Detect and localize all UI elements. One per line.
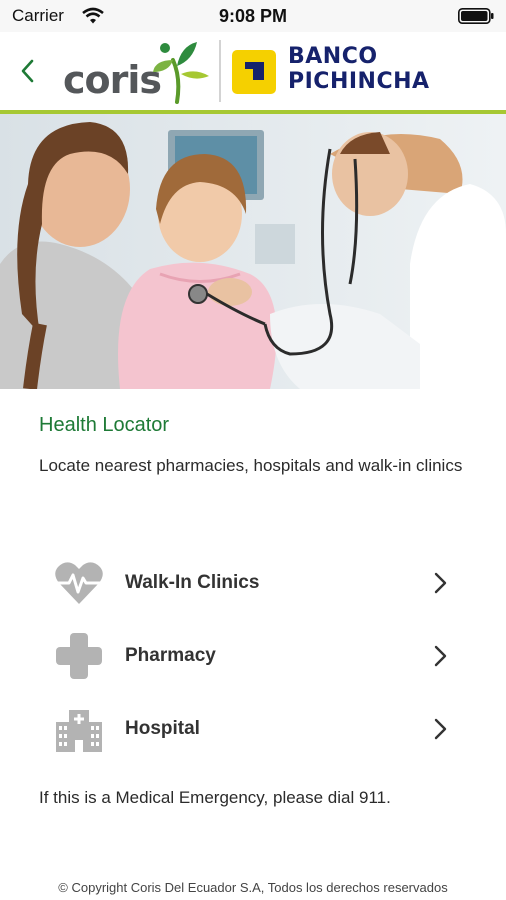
app-header: coris BANCO PICHINCHA: [0, 32, 506, 114]
status-bar: Carrier 9:08 PM: [0, 0, 506, 32]
bank-name: BANCO PICHINCHA: [288, 44, 430, 94]
coris-brand-text: coris: [63, 58, 162, 102]
menu-item-label: Hospital: [125, 718, 200, 739]
menu-item-label: Walk-In Clinics: [125, 572, 260, 593]
hospital-building-icon: [56, 710, 102, 752]
back-button[interactable]: [16, 56, 40, 86]
medical-cross-icon: [56, 633, 102, 679]
copyright-footer: © Copyright Coris Del Ecuador S.A, Todos…: [58, 880, 448, 895]
page-description: Locate nearest pharmacies, hospitals and…: [39, 456, 463, 475]
doctor-child-illustration: [0, 114, 506, 389]
bank-name-line1: BANCO: [288, 44, 378, 69]
header-divider: [219, 40, 221, 102]
menu-item-hospital[interactable]: Hospital: [0, 699, 506, 759]
emergency-note: If this is a Medical Emergency, please d…: [39, 788, 391, 807]
menu-item-pharmacy[interactable]: Pharmacy: [0, 626, 506, 686]
hero-photo: [0, 114, 506, 389]
menu-item-label: Pharmacy: [125, 645, 216, 666]
banco-pichincha-mark: [232, 50, 276, 94]
page-title: Health Locator: [39, 414, 170, 436]
menu-item-walk-in-clinics[interactable]: Walk-In Clinics: [0, 553, 506, 613]
coris-leaf-icon: [153, 42, 209, 104]
battery-icon: [458, 8, 494, 24]
chevron-right-icon: [434, 645, 447, 667]
chevron-right-icon: [434, 718, 447, 740]
status-time: 9:08 PM: [218, 6, 288, 26]
coris-logo: coris: [63, 38, 213, 104]
bank-name-line2: PICHINCHA: [288, 69, 430, 94]
heartbeat-icon: [55, 562, 103, 604]
chevron-right-icon: [434, 572, 447, 594]
